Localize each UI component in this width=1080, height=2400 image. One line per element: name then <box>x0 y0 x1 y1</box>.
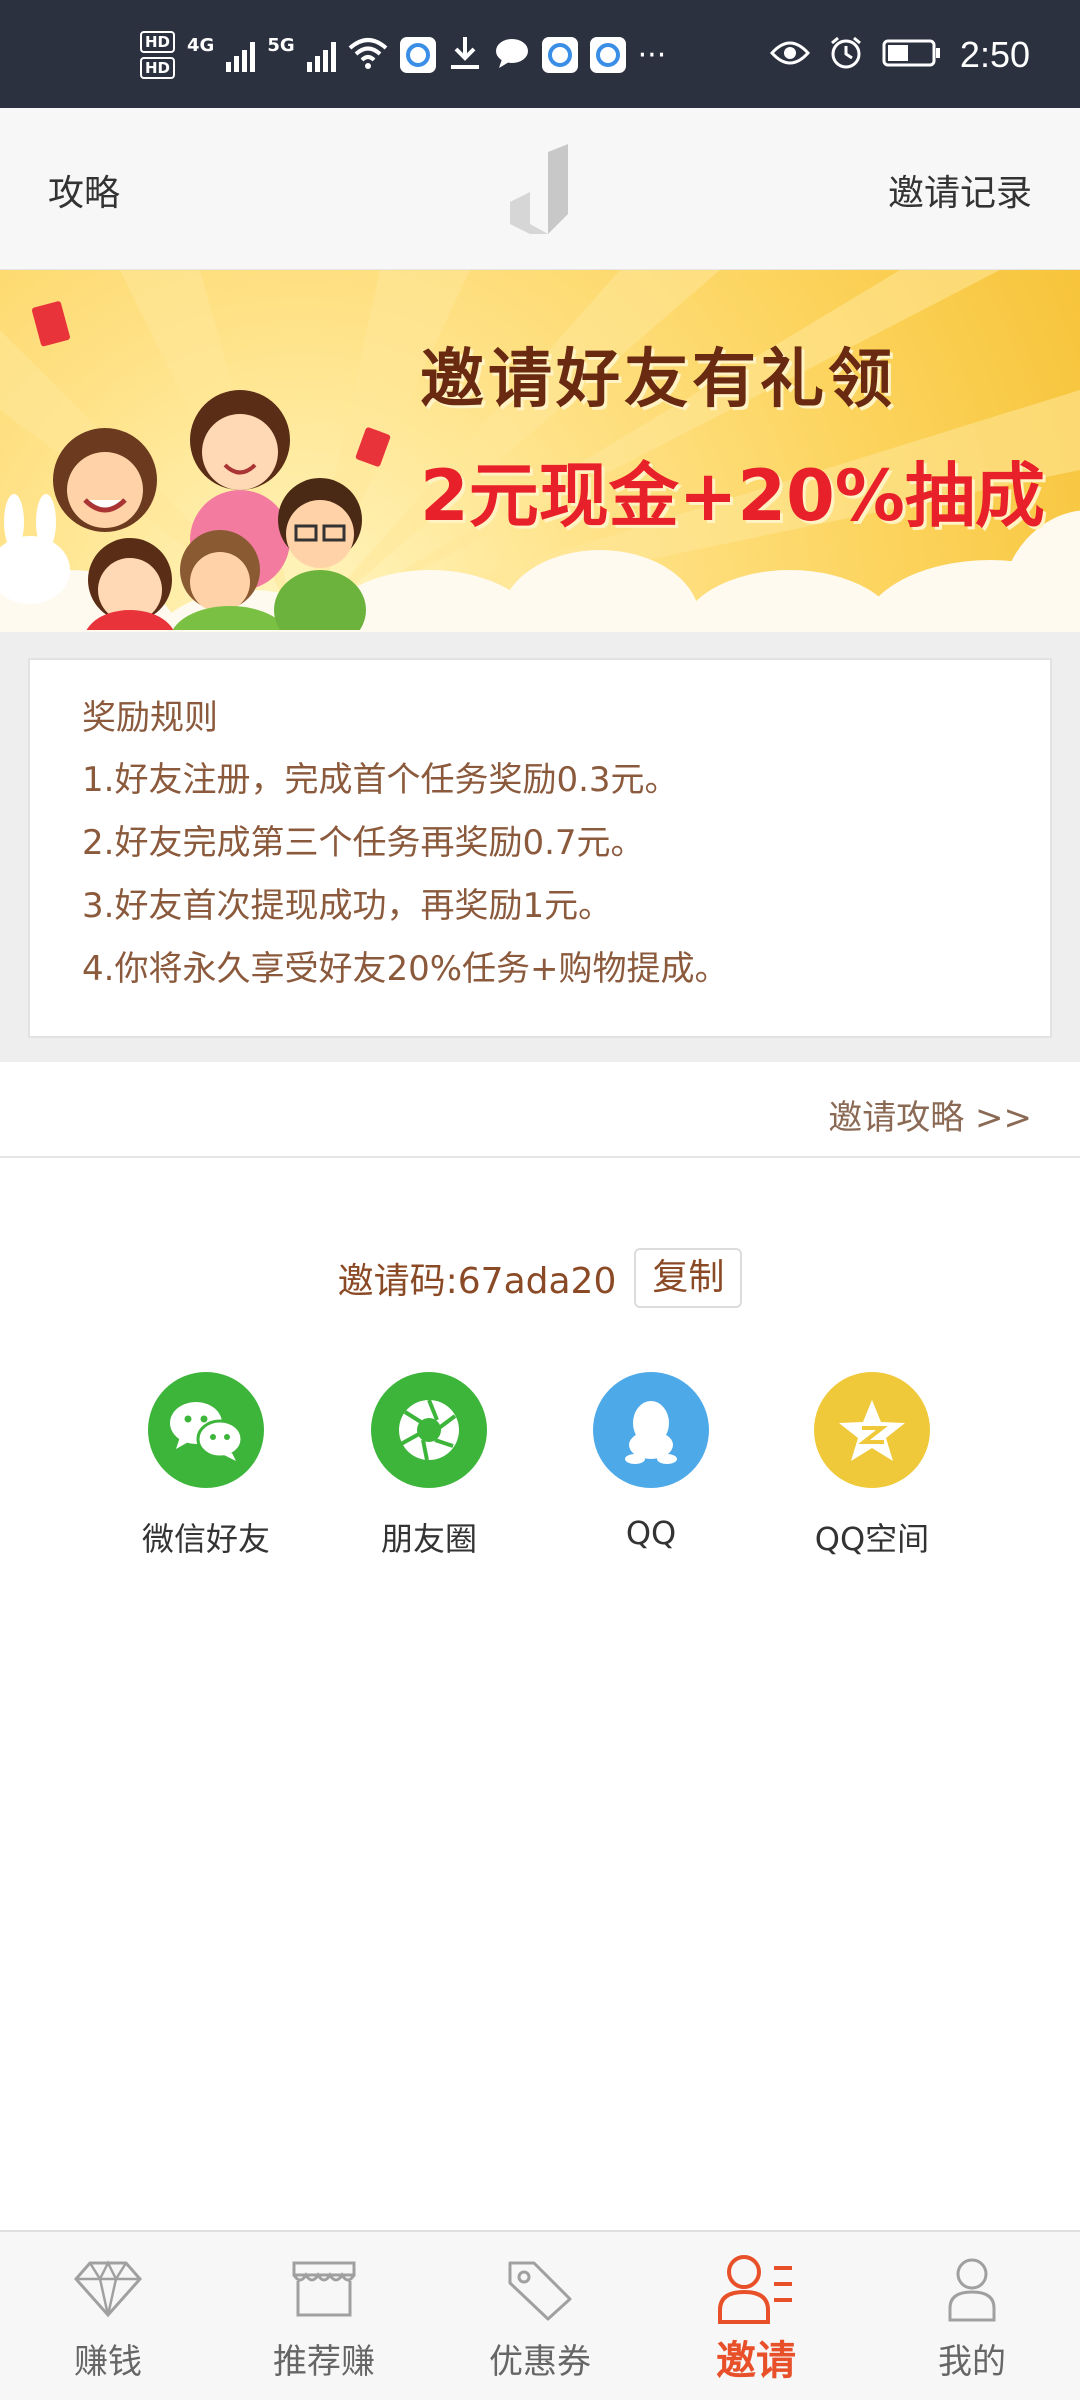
signal-icon <box>226 38 256 72</box>
invite-strategy-link[interactable]: 邀请攻略 >> <box>828 1090 1032 1139</box>
hd-badge-2: HD <box>140 57 176 79</box>
wifi-icon <box>348 36 388 74</box>
share-options: 微信好友 朋友圈 QQ QQ空间 <box>0 1372 1080 1572</box>
hd-badge-1: HD <box>140 31 176 53</box>
message-icon <box>494 37 530 73</box>
download-icon <box>448 35 482 75</box>
eye-icon <box>769 39 810 71</box>
bottom-nav: 赚钱 推荐赚 优惠券 邀请 我的 <box>0 2230 1080 2400</box>
nav-label-earn: 赚钱 <box>74 2342 142 2382</box>
nav-label-coupon: 优惠券 <box>489 2342 591 2382</box>
banner-title: 邀请好友有礼领 <box>420 343 896 417</box>
nav-label-invite: 邀请 <box>716 2338 796 2384</box>
rules-title: 奖励规则 <box>82 698 218 738</box>
wechat-icon <box>148 1372 264 1488</box>
tag-icon <box>504 2250 576 2328</box>
more-icon: ··· <box>637 37 667 73</box>
network-4g-label: 4G <box>187 34 215 56</box>
rule-item: 4.你将永久享受好友20%任务+购物提成。 <box>82 949 729 989</box>
nav-item-mine[interactable]: 我的 <box>864 2232 1080 2400</box>
share-moments[interactable]: 朋友圈 <box>329 1372 529 1560</box>
banner-subtitle: 2元现金+20%抽成 <box>420 455 1045 537</box>
nav-label-mine: 我的 <box>938 2342 1006 2382</box>
nav-item-coupon[interactable]: 优惠券 <box>432 2232 648 2400</box>
rule-item: 2.好友完成第三个任务再奖励0.7元。 <box>82 823 645 863</box>
alarm-icon <box>828 35 864 75</box>
invite-banner: 邀请好友有礼领 2元现金+20%抽成 <box>0 270 1080 632</box>
signal-icon-2 <box>306 38 336 72</box>
nav-item-earn[interactable]: 赚钱 <box>0 2232 216 2400</box>
diamond-icon <box>72 2250 144 2328</box>
friends-illustration <box>0 301 391 630</box>
nav-item-recommend[interactable]: 推荐赚 <box>216 2232 432 2400</box>
strategy-row: 邀请攻略 >> <box>0 1062 1080 1158</box>
qzone-icon <box>814 1372 930 1488</box>
battery-icon <box>882 38 942 72</box>
share-qzone-label: QQ空间 <box>814 1520 930 1558</box>
invite-code-row: 邀请码:67ada20 复制 <box>0 1246 1080 1310</box>
rules-section: 奖励规则 1.好友注册，完成首个任务奖励0.3元。 2.好友完成第三个任务再奖励… <box>0 632 1080 1062</box>
app-logo-icon <box>510 144 570 238</box>
moments-icon <box>371 1372 487 1488</box>
top-header: 攻略 邀请记录 <box>0 108 1080 270</box>
invite-records-link[interactable]: 邀请记录 <box>888 164 1032 216</box>
strategy-header-link[interactable]: 攻略 <box>48 164 120 216</box>
nav-item-invite[interactable]: 邀请 <box>648 2232 864 2400</box>
status-right: 2:50 <box>769 30 1030 80</box>
invite-code-label: 邀请码:67ada20 <box>337 1261 617 1302</box>
share-qq[interactable]: QQ <box>551 1372 751 1552</box>
hd-badges: HD HD <box>140 31 176 79</box>
share-qq-label: QQ <box>625 1514 677 1552</box>
copy-button[interactable]: 复制 <box>634 1248 743 1308</box>
clock-time: 2:50 <box>959 34 1030 75</box>
rules-card: 奖励规则 1.好友注册，完成首个任务奖励0.3元。 2.好友完成第三个任务再奖励… <box>28 658 1052 1038</box>
share-moments-label: 朋友圈 <box>380 1520 477 1558</box>
rule-item: 1.好友注册，完成首个任务奖励0.3元。 <box>82 760 679 800</box>
share-qzone[interactable]: QQ空间 <box>772 1372 972 1560</box>
status-left: HD HD 4G 5G ··· <box>140 30 666 80</box>
app-notification-icon <box>399 37 436 73</box>
network-5g-label: 5G <box>267 34 295 56</box>
share-wechat-label: 微信好友 <box>141 1520 270 1558</box>
app-notification-icon-2 <box>541 37 578 73</box>
rule-item: 3.好友首次提现成功，再奖励1元。 <box>82 886 613 926</box>
status-bar: HD HD 4G 5G ··· 2:50 <box>0 0 1080 108</box>
nav-label-recommend: 推荐赚 <box>273 2342 375 2382</box>
profile-icon <box>942 2250 1002 2328</box>
share-wechat[interactable]: 微信好友 <box>106 1372 306 1560</box>
app-notification-icon-3 <box>589 37 626 73</box>
shop-icon <box>288 2250 360 2328</box>
invite-user-icon <box>716 2250 796 2328</box>
qq-icon <box>593 1372 709 1488</box>
